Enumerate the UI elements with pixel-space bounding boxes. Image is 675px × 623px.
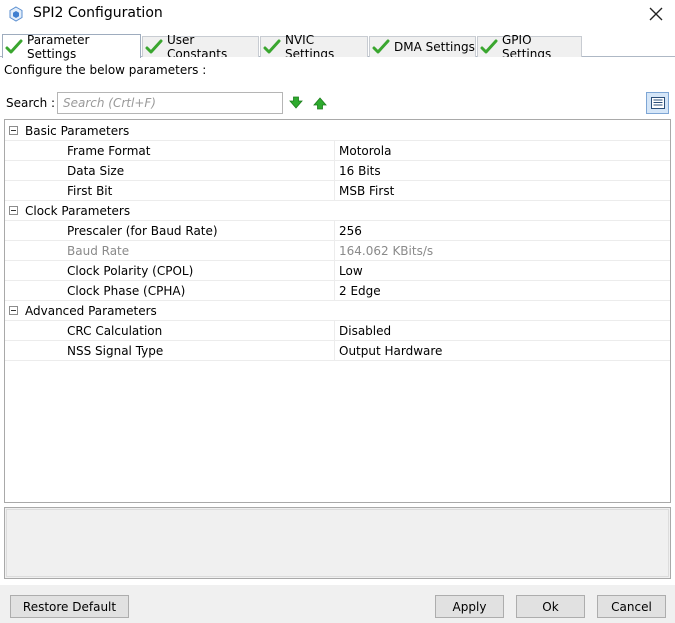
list-view-icon bbox=[650, 97, 665, 109]
param-value[interactable]: Disabled bbox=[339, 324, 391, 338]
param-row-clock-phase[interactable]: Clock Phase (CPHA) 2 Edge bbox=[5, 281, 670, 301]
column-divider bbox=[334, 261, 335, 281]
arrow-down-icon[interactable] bbox=[289, 96, 303, 110]
param-row-nss-signal-type[interactable]: NSS Signal Type Output Hardware bbox=[5, 341, 670, 361]
search-input[interactable] bbox=[57, 92, 283, 114]
restore-default-button[interactable]: Restore Default bbox=[10, 595, 129, 618]
group-row-advanced-parameters[interactable]: Advanced Parameters bbox=[5, 301, 670, 321]
param-name: Data Size bbox=[67, 164, 125, 178]
column-divider bbox=[334, 141, 335, 161]
tab-bar: Parameter Settings User Constants NVIC S… bbox=[0, 32, 675, 61]
tab-dma-settings[interactable]: DMA Settings bbox=[369, 36, 476, 57]
tab-parameter-settings[interactable]: Parameter Settings bbox=[2, 32, 141, 61]
parameter-table: Basic Parameters Frame Format Motorola D… bbox=[4, 119, 671, 503]
checkmark-icon bbox=[372, 39, 390, 54]
param-value[interactable]: 16 Bits bbox=[339, 164, 381, 178]
param-value[interactable]: MSB First bbox=[339, 184, 394, 198]
arrow-up-icon[interactable] bbox=[313, 96, 327, 110]
param-name: Clock Phase (CPHA) bbox=[67, 284, 186, 298]
cancel-button[interactable]: Cancel bbox=[597, 595, 666, 618]
column-divider bbox=[334, 321, 335, 341]
param-row-frame-format[interactable]: Frame Format Motorola bbox=[5, 141, 670, 161]
group-row-clock-parameters[interactable]: Clock Parameters bbox=[5, 201, 670, 221]
list-view-button[interactable] bbox=[646, 92, 669, 114]
collapse-icon[interactable] bbox=[9, 306, 18, 315]
description-panel bbox=[4, 507, 671, 579]
param-name: Clock Polarity (CPOL) bbox=[67, 264, 194, 278]
param-name: Prescaler (for Baud Rate) bbox=[67, 224, 218, 238]
param-row-crc-calculation[interactable]: CRC Calculation Disabled bbox=[5, 321, 670, 341]
checkmark-icon bbox=[5, 39, 23, 53]
collapse-icon[interactable] bbox=[9, 126, 18, 135]
tab-nvic-settings[interactable]: NVIC Settings bbox=[260, 33, 368, 61]
tab-label: DMA Settings bbox=[394, 40, 475, 54]
param-value[interactable]: Output Hardware bbox=[339, 344, 442, 358]
parameter-settings-panel: Configure the below parameters : Search … bbox=[0, 57, 675, 585]
close-button[interactable] bbox=[642, 2, 670, 26]
param-row-data-size[interactable]: Data Size 16 Bits bbox=[5, 161, 670, 181]
collapse-icon[interactable] bbox=[9, 206, 18, 215]
app-cube-icon bbox=[9, 6, 23, 22]
column-divider bbox=[334, 221, 335, 241]
checkmark-icon bbox=[145, 39, 163, 54]
param-name: Frame Format bbox=[67, 144, 151, 158]
param-name: CRC Calculation bbox=[67, 324, 163, 338]
param-value: 164.062 KBits/s bbox=[339, 244, 434, 258]
param-row-baud-rate: Baud Rate 164.062 KBits/s bbox=[5, 241, 670, 261]
column-divider bbox=[334, 181, 335, 201]
column-divider bbox=[334, 161, 335, 181]
group-row-basic-parameters[interactable]: Basic Parameters bbox=[5, 121, 670, 141]
tab-user-constants[interactable]: User Constants bbox=[142, 33, 259, 61]
group-label: Clock Parameters bbox=[25, 204, 131, 218]
title-bar: SPI2 Configuration bbox=[0, 0, 675, 30]
checkmark-icon bbox=[480, 39, 498, 54]
close-icon bbox=[649, 7, 663, 21]
param-row-prescaler[interactable]: Prescaler (for Baud Rate) 256 bbox=[5, 221, 670, 241]
apply-button[interactable]: Apply bbox=[435, 595, 504, 618]
param-row-clock-polarity[interactable]: Clock Polarity (CPOL) Low bbox=[5, 261, 670, 281]
param-value[interactable]: Motorola bbox=[339, 144, 391, 158]
column-divider bbox=[334, 241, 335, 261]
search-label: Search : bbox=[6, 96, 56, 110]
param-value[interactable]: Low bbox=[339, 264, 363, 278]
column-divider bbox=[334, 341, 335, 361]
param-name: Baud Rate bbox=[67, 244, 130, 258]
group-label: Basic Parameters bbox=[25, 124, 130, 138]
ok-button[interactable]: Ok bbox=[516, 595, 585, 618]
column-divider bbox=[334, 281, 335, 301]
param-row-first-bit[interactable]: First Bit MSB First bbox=[5, 181, 670, 201]
param-name: NSS Signal Type bbox=[67, 344, 164, 358]
param-value[interactable]: 256 bbox=[339, 224, 362, 238]
tab-label: Parameter Settings bbox=[27, 32, 90, 61]
group-label: Advanced Parameters bbox=[25, 304, 157, 318]
dialog-footer: Restore Default Apply Ok Cancel bbox=[0, 585, 675, 623]
param-value[interactable]: 2 Edge bbox=[339, 284, 381, 298]
checkmark-icon bbox=[263, 39, 281, 54]
panel-description: Configure the below parameters : bbox=[4, 63, 207, 77]
window-title: SPI2 Configuration bbox=[33, 5, 163, 21]
tab-gpio-settings[interactable]: GPIO Settings bbox=[477, 33, 582, 61]
description-panel-inner bbox=[6, 509, 669, 577]
param-name: First Bit bbox=[67, 184, 113, 198]
